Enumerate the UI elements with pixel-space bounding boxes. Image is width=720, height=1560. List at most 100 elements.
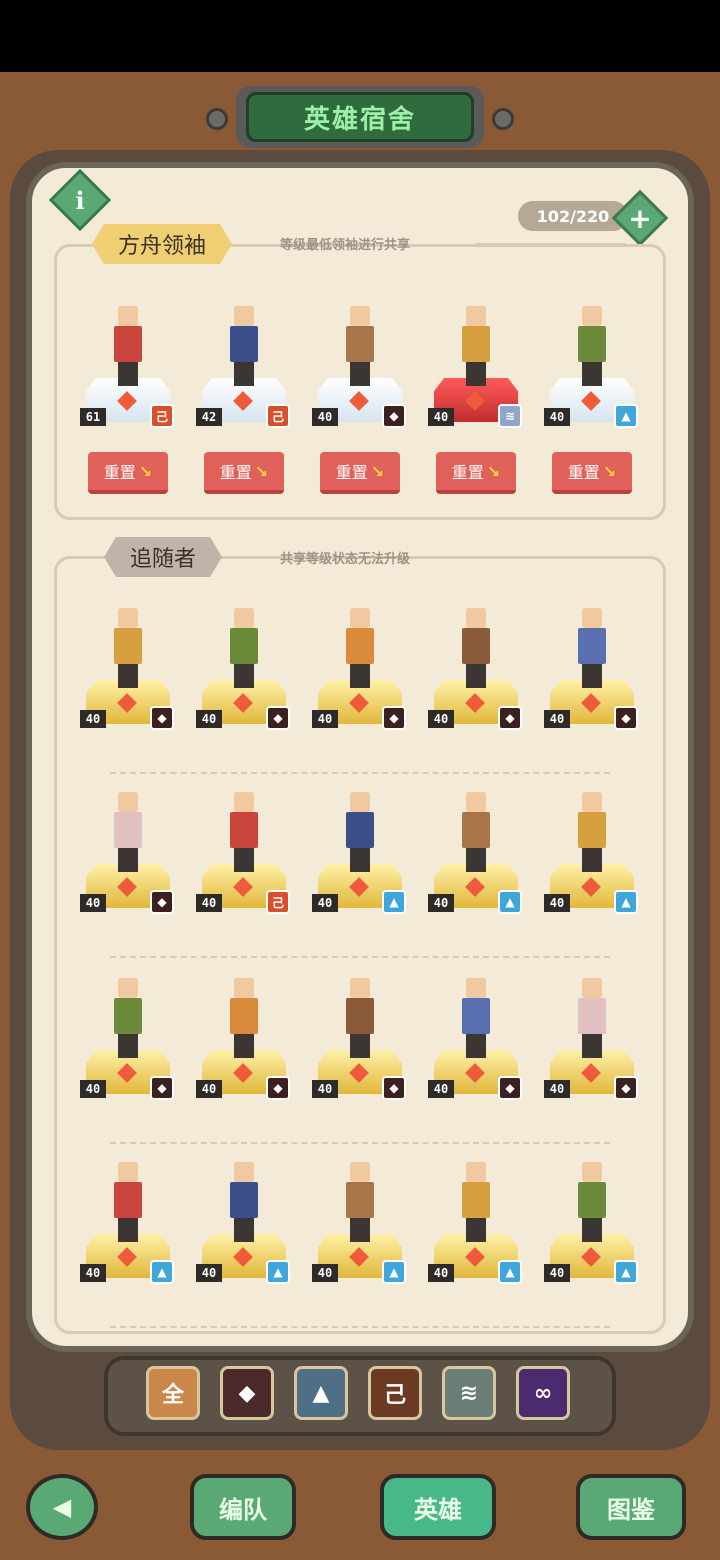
hero-sprite [456,792,496,872]
down-arrow-icon: ↘ [602,461,617,481]
bolt-icon [206,108,228,130]
hero-slot[interactable]: 40 ◆ [312,598,408,748]
hero-slot[interactable]: 61 己 [80,296,176,446]
hero-level: 40 [80,1080,106,1098]
beast-faction-icon: ◆ [382,706,406,730]
hero-slot[interactable]: 40 ▲ [544,782,640,932]
bolt-icon [492,108,514,130]
hero-sprite [224,306,264,386]
hero-slot[interactable]: 40 ◆ [312,968,408,1118]
beast-filter-button[interactable]: ◆ [220,1366,274,1420]
plus-icon: + [628,201,652,235]
back-button[interactable]: ◀ [26,1474,98,1540]
hero-slot[interactable]: 40 ▲ [428,1152,524,1302]
dragon-faction-icon: 己 [150,404,174,428]
beast-faction-icon: ◆ [150,890,174,914]
down-arrow-icon: ↘ [254,461,269,481]
followers-subtitle: 共享等级状态无法升级 [280,552,411,567]
hero-slot[interactable]: 40 己 [196,782,292,932]
reset-button[interactable]: 重置 ↘ [88,452,168,494]
hero-slot[interactable]: 42 己 [196,296,292,446]
hero-slot[interactable]: 40 ◆ [196,598,292,748]
team-button[interactable]: 编队 [190,1474,296,1540]
hero-sprite [456,1162,496,1242]
hero-sprite [340,978,380,1058]
beast-faction-icon: ◆ [614,1076,638,1100]
hero-level: 40 [544,710,570,728]
beast-faction-icon: ◆ [150,706,174,730]
hero-slot[interactable]: 40 ◆ [312,296,408,446]
hero-level: 40 [544,1080,570,1098]
down-arrow-icon: ↘ [486,461,501,481]
beast-faction-icon: ◆ [266,1076,290,1100]
wolf-faction-icon: ▲ [614,1260,638,1284]
hero-sprite [572,1162,612,1242]
reset-button[interactable]: 重置 ↘ [552,452,632,494]
wolf-faction-icon: ▲ [614,404,638,428]
reset-button[interactable]: 重置 ↘ [320,452,400,494]
hero-slot[interactable]: 40 ◆ [428,598,524,748]
hero-slot[interactable]: 40 ◆ [196,968,292,1118]
claw-filter-button[interactable]: ≋ [442,1366,496,1420]
hero-sprite [456,306,496,386]
back-arrow-icon: ◀ [52,1493,72,1521]
hero-slot[interactable]: 40 ◆ [428,968,524,1118]
hero-level: 40 [544,894,570,912]
wolf-faction-icon: ▲ [498,1260,522,1284]
hero-sprite [224,792,264,872]
reset-label: 重置 [567,463,600,482]
hero-sprite [572,306,612,386]
hero-level: 40 [544,408,570,426]
beast-faction-icon: ◆ [498,1076,522,1100]
hero-slot[interactable]: 40 ≋ [428,296,524,446]
row-divider [110,772,610,774]
hero-sprite [340,306,380,386]
hero-slot[interactable]: 40 ◆ [544,598,640,748]
row-divider [110,1142,610,1144]
hero-level: 40 [312,1264,338,1282]
hero-level: 40 [428,894,454,912]
subtitle-line [476,557,626,559]
hero-level: 40 [312,1080,338,1098]
hero-sprite [456,608,496,688]
hero-slot[interactable]: 40 ▲ [428,782,524,932]
leaders-subtitle: 等级最低领袖进行共享 [280,238,411,253]
beast-faction-icon: ◆ [498,706,522,730]
hero-slot[interactable]: 40 ▲ [312,782,408,932]
hero-slot[interactable]: 40 ◆ [544,968,640,1118]
wolf-filter-button[interactable]: ▲ [294,1366,348,1420]
hero-slot[interactable]: 40 ▲ [196,1152,292,1302]
heroes-button[interactable]: 英雄 [380,1474,496,1540]
all-icon: 全 [161,1383,184,1408]
beast-icon: ◆ [238,1380,256,1406]
reset-label: 重置 [219,463,252,482]
all-filter-button[interactable]: 全 [146,1366,200,1420]
hero-sprite [572,792,612,872]
reset-button[interactable]: 重置 ↘ [436,452,516,494]
hero-slot[interactable]: 40 ▲ [544,1152,640,1302]
hero-level: 40 [428,710,454,728]
hero-sprite [108,978,148,1058]
hero-sprite [224,608,264,688]
codex-button[interactable]: 图鉴 [576,1474,686,1540]
hero-slot[interactable]: 40 ▲ [312,1152,408,1302]
down-arrow-icon: ↘ [138,461,153,481]
hero-level: 40 [80,894,106,912]
dragon-filter-button[interactable]: 己 [368,1366,422,1420]
hero-slot[interactable]: 40 ▲ [80,1152,176,1302]
reset-button[interactable]: 重置 ↘ [204,452,284,494]
hero-slot[interactable]: 40 ◆ [80,782,176,932]
hero-slot[interactable]: 40 ◆ [80,598,176,748]
followers-tag: 追随者 [104,537,222,577]
beast-faction-icon: ◆ [150,1076,174,1100]
beast-faction-icon: ◆ [382,404,406,428]
claw-faction-icon: ≋ [498,404,522,428]
hero-level: 40 [428,1264,454,1282]
hero-sprite [340,608,380,688]
hero-sprite [224,978,264,1058]
infinity-filter-button[interactable]: ∞ [516,1366,570,1420]
hero-slot[interactable]: 40 ◆ [80,968,176,1118]
hero-level: 40 [196,894,222,912]
hero-level: 40 [428,1080,454,1098]
hero-slot[interactable]: 40 ▲ [544,296,640,446]
